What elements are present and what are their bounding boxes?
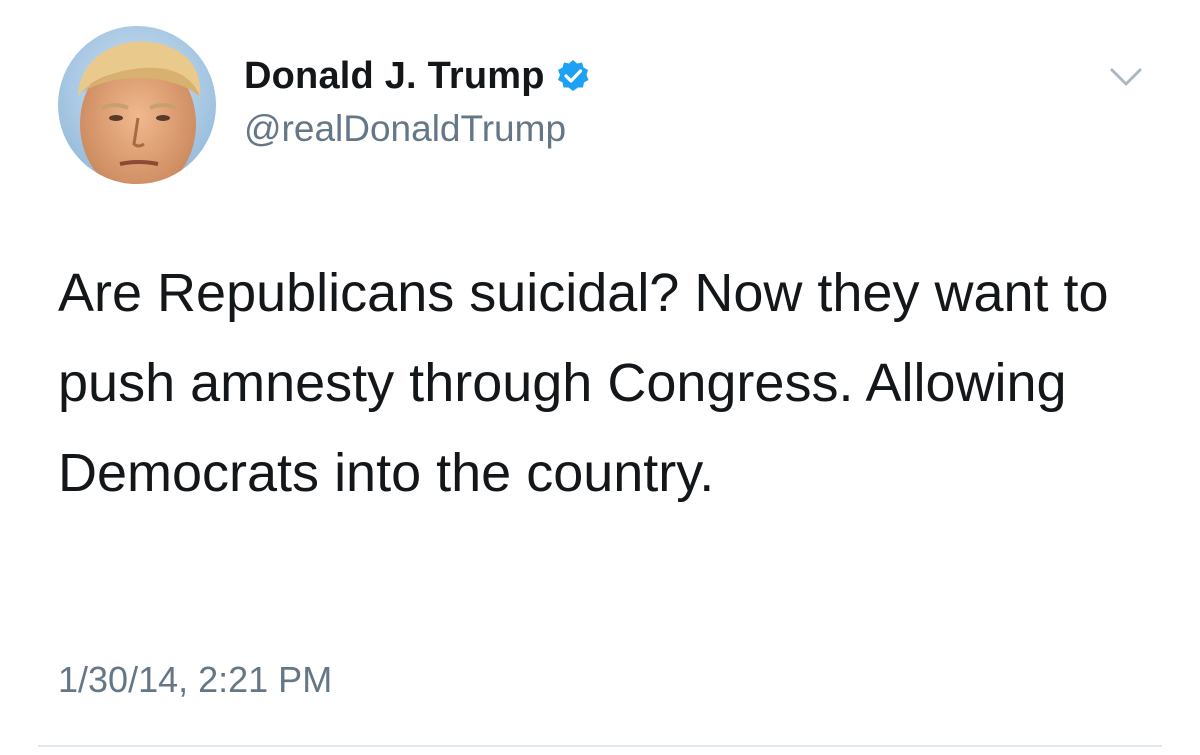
verified-badge-icon — [557, 60, 589, 91]
tweet-card: Donald J. Trump @realDonaldTrump Are Rep… — [0, 0, 1200, 755]
author-name-row[interactable]: Donald J. Trump — [244, 52, 591, 100]
tweet-text: Are Republicans suicidal? Now they want … — [58, 263, 1109, 503]
chevron-down-icon[interactable] — [1106, 60, 1146, 92]
profile-avatar[interactable] — [58, 26, 216, 184]
divider — [38, 745, 1162, 747]
tweet-timestamp[interactable]: 1/30/14, 2:21 PM — [58, 659, 332, 701]
author-handle[interactable]: @realDonaldTrump — [244, 108, 566, 150]
display-name[interactable]: Donald J. Trump — [244, 55, 545, 98]
avatar-photo — [58, 26, 216, 184]
